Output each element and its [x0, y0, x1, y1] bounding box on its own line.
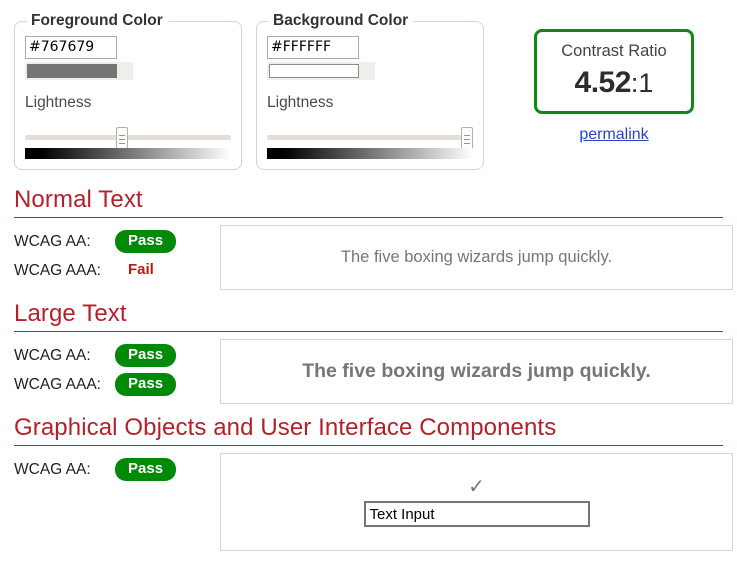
section-divider	[14, 217, 723, 218]
section-divider	[14, 331, 723, 332]
section-heading: Graphical Objects and User Interface Com…	[14, 414, 557, 441]
background-hex-input[interactable]: #FFFFFF	[267, 36, 359, 59]
sample-preview-normal: The five boxing wizards jump quickly.	[220, 225, 733, 290]
criterion-row: WCAG AA: Pass	[14, 227, 220, 256]
foreground-legend: Foreground Color	[31, 12, 163, 29]
section-body: WCAG AA: Pass ✓ Text Input	[14, 453, 737, 551]
status-badge: Pass	[115, 458, 177, 481]
section-divider	[14, 445, 723, 446]
foreground-slider-track	[25, 135, 231, 140]
status-badge: Pass	[115, 230, 177, 253]
foreground-slider-thumb[interactable]	[116, 127, 128, 149]
criterion-label: WCAG AA:	[14, 460, 91, 478]
criterion-label: WCAG AA:	[14, 346, 91, 364]
contrast-ratio-suffix: :1	[630, 67, 654, 98]
section-body: WCAG AA: Pass WCAG AAA: Fail The five bo…	[14, 225, 737, 290]
foreground-lightness-slider[interactable]	[25, 126, 231, 160]
criteria-list: WCAG AA: Pass WCAG AAA: Fail	[14, 225, 220, 285]
contrast-ratio-column: Contrast Ratio 4.52:1 permalink	[534, 12, 694, 144]
sample-preview-ui: ✓ Text Input	[220, 453, 733, 551]
section-normal-text: Normal Text WCAG AA: Pass WCAG AAA: Fail…	[0, 185, 737, 290]
sample-preview-large: The five boxing wizards jump quickly.	[220, 339, 733, 404]
checkmark-icon: ✓	[468, 476, 485, 498]
foreground-color-swatch	[27, 64, 117, 78]
contrast-ratio-value: 4.52:1	[541, 66, 687, 99]
background-slider-thumb[interactable]	[461, 127, 473, 149]
status-badge: Pass	[115, 344, 177, 367]
foreground-color-fieldset: Foreground Color #767679 Lightness	[14, 12, 242, 170]
section-graphical-objects: Graphical Objects and User Interface Com…	[0, 413, 737, 551]
criterion-row: WCAG AAA: Pass	[14, 370, 220, 399]
contrast-ratio-number: 4.52	[574, 65, 632, 99]
section-heading: Normal Text	[14, 186, 143, 213]
background-swatch-wrap	[267, 62, 375, 80]
criteria-list: WCAG AA: Pass WCAG AAA: Pass	[14, 339, 220, 399]
sample-text-input[interactable]: Text Input	[363, 501, 590, 527]
sample-text: The five boxing wizards jump quickly.	[302, 360, 651, 382]
status-badge: Fail	[128, 261, 154, 279]
background-lightness-slider[interactable]	[267, 126, 473, 160]
criterion-row: WCAG AA: Pass	[14, 455, 220, 484]
contrast-ratio-title: Contrast Ratio	[561, 42, 667, 60]
foreground-swatch-wrap	[25, 62, 133, 80]
contrast-ratio-box: Contrast Ratio 4.52:1	[534, 29, 694, 114]
criteria-list: WCAG AA: Pass	[14, 453, 220, 484]
section-body: WCAG AA: Pass WCAG AAA: Pass The five bo…	[14, 339, 737, 404]
background-slider-track	[267, 135, 473, 140]
criterion-row: WCAG AAA: Fail	[14, 256, 220, 285]
section-heading: Large Text	[14, 300, 127, 327]
criterion-row: WCAG AA: Pass	[14, 341, 220, 370]
background-color-fieldset: Background Color #FFFFFF Lightness	[256, 12, 484, 170]
criterion-label: WCAG AA:	[14, 232, 91, 250]
foreground-lightness-label: Lightness	[25, 94, 92, 111]
contrast-checker-page: Foreground Color #767679 Lightness Backg…	[0, 0, 737, 588]
foreground-hex-input[interactable]: #767679	[25, 36, 117, 59]
background-lightness-label: Lightness	[267, 94, 334, 111]
criterion-label: WCAG AAA:	[14, 375, 101, 393]
background-legend: Background Color	[273, 12, 409, 29]
section-large-text: Large Text WCAG AA: Pass WCAG AAA: Pass …	[0, 299, 737, 404]
background-lightness-gradient	[267, 148, 473, 159]
background-color-swatch	[269, 64, 359, 78]
sample-text: The five boxing wizards jump quickly.	[340, 248, 613, 266]
controls-row: Foreground Color #767679 Lightness Backg…	[0, 0, 737, 170]
foreground-lightness-gradient	[25, 148, 231, 159]
status-badge: Pass	[115, 373, 177, 396]
permalink-link[interactable]: permalink	[579, 126, 648, 144]
criterion-label: WCAG AAA:	[14, 261, 101, 279]
